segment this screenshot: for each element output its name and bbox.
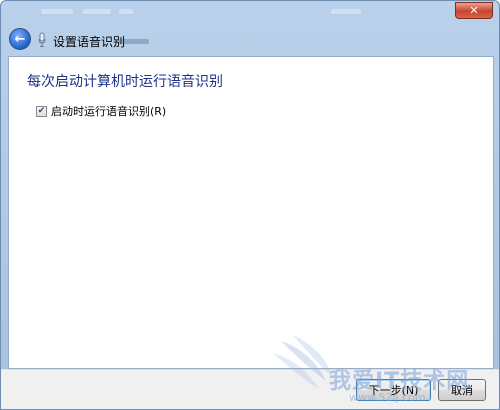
back-button[interactable]: ← [9, 28, 31, 50]
microphone-icon [38, 32, 46, 47]
blurred-nav-text [119, 39, 149, 44]
wizard-footer: 下一步(N) 取消 [1, 369, 499, 409]
wizard-window: ✕ ← 设置语音识别 每次启动计算机时运行语音识别 ✔ 启动时运行语音识别(R)… [0, 0, 500, 410]
checkmark-icon: ✔ [37, 105, 46, 116]
blurred-title-text [119, 9, 133, 14]
run-at-startup-checkbox[interactable]: ✔ [36, 105, 47, 117]
page-heading: 每次启动计算机时运行语音识别 [27, 74, 223, 90]
blurred-title-text [331, 9, 361, 14]
next-button[interactable]: 下一步(N) [356, 379, 431, 401]
wizard-content: 每次启动计算机时运行语音识别 ✔ 启动时运行语音识别(R) [8, 56, 494, 369]
wizard-title: 设置语音识别 [53, 35, 126, 49]
run-at-startup-option[interactable]: ✔ 启动时运行语音识别(R) [36, 103, 166, 119]
back-arrow-icon: ← [14, 31, 26, 47]
blurred-title-text [41, 9, 73, 14]
close-icon: ✕ [469, 4, 479, 17]
title-bar[interactable]: ✕ [1, 1, 499, 25]
run-at-startup-label[interactable]: 启动时运行语音识别(R) [51, 103, 166, 119]
navigation-bar: ← 设置语音识别 [1, 25, 499, 55]
close-button[interactable]: ✕ [455, 2, 493, 19]
cancel-button[interactable]: 取消 [438, 379, 486, 401]
blurred-title-text [83, 9, 111, 14]
